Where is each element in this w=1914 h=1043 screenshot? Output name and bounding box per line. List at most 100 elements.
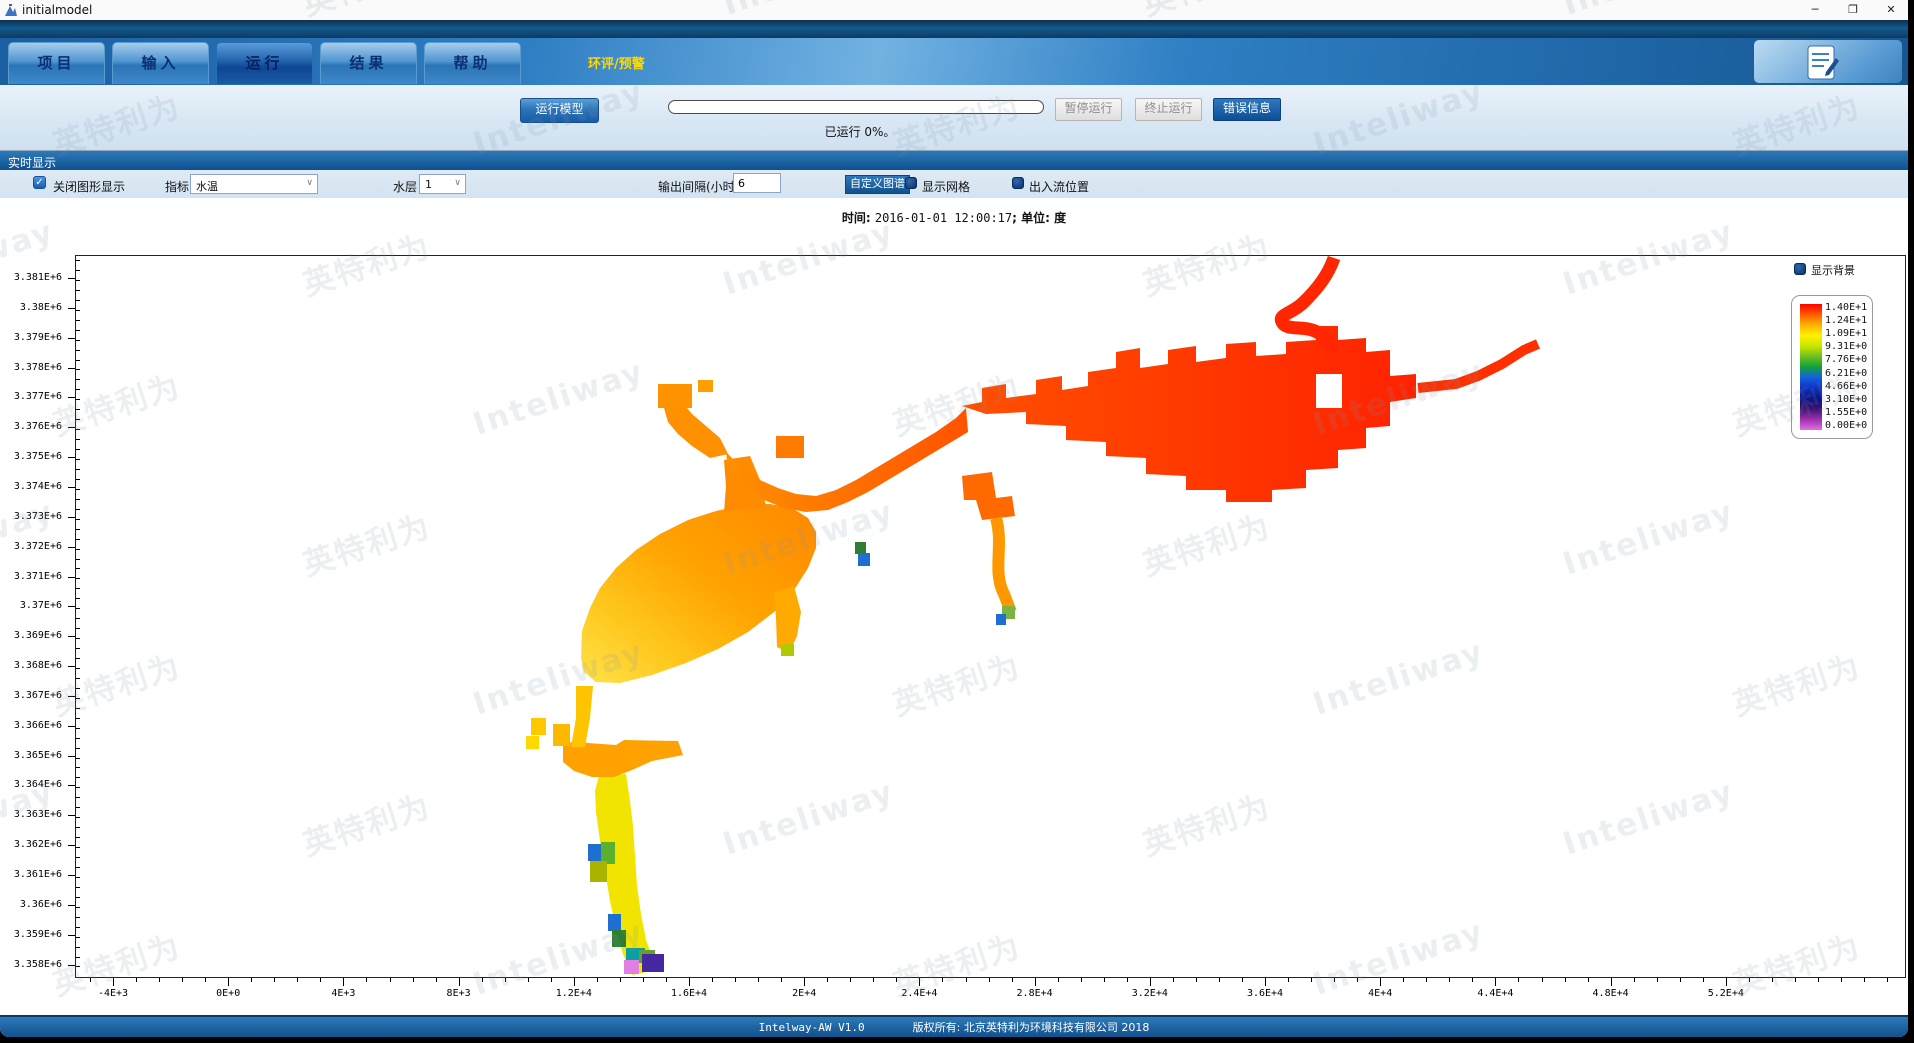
y-axis-major-tick (68, 427, 75, 428)
y-axis-minor-tick (76, 479, 80, 480)
y-axis-minor-tick (76, 628, 80, 629)
x-axis-minor-tick (274, 978, 275, 982)
x-axis-minor-tick (1288, 978, 1289, 982)
y-axis-minor-tick (76, 758, 80, 759)
indicator-select[interactable]: 水温 ∨ (190, 174, 318, 194)
x-axis-tick-label: 1.6E+4 (644, 988, 734, 999)
custom-palette-button[interactable]: 自定义图谱 (845, 175, 910, 194)
y-axis-tick-label: 3.371E+6 (0, 571, 62, 582)
x-axis-minor-tick (1380, 978, 1381, 982)
window-controls: ─ ❐ ✕ (1804, 1, 1902, 18)
x-axis-minor-tick (228, 978, 229, 982)
app-version: Intelway-AW V1.0 (759, 1021, 865, 1034)
x-axis-minor-tick (781, 978, 782, 982)
y-axis-tick-label: 3.373E+6 (0, 511, 62, 522)
y-axis-major-tick (68, 368, 75, 369)
x-axis-minor-tick (989, 978, 990, 982)
y-axis-minor-tick (76, 877, 80, 878)
plot-time-label: 时间: 2016-01-01 12:00:17; 单位: 度 (0, 209, 1908, 226)
tab-project[interactable]: 项目 (8, 42, 105, 84)
x-axis-minor-tick (528, 978, 529, 982)
layer-label: 水层 (393, 178, 417, 195)
y-axis-minor-tick (76, 489, 80, 490)
minimize-button[interactable]: ─ (1804, 1, 1826, 18)
x-axis-minor-tick (251, 978, 252, 982)
y-axis-major-tick (68, 756, 75, 757)
x-axis-minor-tick (1357, 978, 1358, 982)
y-axis-major-tick (68, 487, 75, 488)
x-axis-minor-tick (597, 978, 598, 982)
header-strip (0, 20, 1908, 38)
y-axis-minor-tick (76, 937, 80, 938)
pause-run-button[interactable]: 暂停运行 (1055, 98, 1122, 121)
x-axis-tick-label: 3.6E+4 (1220, 988, 1310, 999)
close-graph-checkbox[interactable]: ✓ (33, 176, 46, 189)
y-axis-tick-label: 3.36E+6 (0, 899, 62, 910)
x-axis-minor-tick (1703, 978, 1704, 982)
y-axis-minor-tick (76, 409, 80, 410)
legend-value: 0.00E+0 (1825, 421, 1871, 431)
screen: initialmodel ─ ❐ ✕ 项目 输入 运行 结果 帮助 环评/预警 … (0, 0, 1914, 1043)
y-axis-minor-tick (76, 748, 80, 749)
x-axis-minor-tick (1680, 978, 1681, 982)
x-axis-minor-tick (205, 978, 206, 982)
y-axis-tick-label: 3.379E+6 (0, 332, 62, 343)
y-axis-minor-tick (76, 897, 80, 898)
window-title: initialmodel (22, 3, 92, 17)
y-axis-minor-tick (76, 807, 80, 808)
run-model-button[interactable]: 运行模型 (520, 98, 599, 123)
temperature-map (76, 256, 1905, 977)
x-axis-minor-tick (1818, 978, 1819, 982)
legend-value: 1.55E+0 (1825, 408, 1871, 418)
y-axis-minor-tick (76, 559, 80, 560)
x-axis-minor-tick (966, 978, 967, 982)
notes-icon[interactable] (1806, 44, 1840, 82)
flow-location-checkbox[interactable] (1012, 177, 1024, 189)
close-button[interactable]: ✕ (1880, 1, 1902, 18)
y-axis-minor-tick (76, 549, 80, 550)
x-axis-minor-tick (919, 978, 920, 982)
x-axis-minor-tick (689, 978, 690, 982)
y-axis-minor-tick (76, 469, 80, 470)
x-axis-minor-tick (1311, 978, 1312, 982)
app-icon (4, 3, 18, 17)
layer-select[interactable]: 1 ∨ (419, 174, 466, 194)
app-window: initialmodel ─ ❐ ✕ 项目 输入 运行 结果 帮助 环评/预警 … (0, 0, 1908, 1037)
status-bar: Intelway-AW V1.0 版权所有: 北京英特利为环境科技有限公司 20… (0, 1015, 1908, 1037)
realtime-section-bar: 实时显示 (0, 150, 1908, 170)
legend-value: 6.21E+0 (1825, 369, 1871, 379)
y-axis-tick-label: 3.364E+6 (0, 779, 62, 790)
interval-input[interactable] (733, 173, 781, 193)
error-info-button[interactable]: 错误信息 (1213, 98, 1281, 121)
x-axis-minor-tick (297, 978, 298, 982)
y-axis-minor-tick (76, 499, 80, 500)
x-axis-minor-tick (1864, 978, 1865, 982)
y-axis-tick-label: 3.359E+6 (0, 929, 62, 940)
y-axis-minor-tick (76, 360, 80, 361)
maximize-button[interactable]: ❐ (1842, 1, 1864, 18)
y-axis-minor-tick (76, 449, 80, 450)
tab-help[interactable]: 帮助 (424, 42, 521, 84)
tab-result[interactable]: 结果 (320, 42, 417, 84)
legend-value: 7.76E+0 (1825, 355, 1871, 365)
y-axis-minor-tick (76, 270, 80, 271)
x-axis-minor-tick (1772, 978, 1773, 982)
y-axis-major-tick (68, 726, 75, 727)
x-axis-minor-tick (1219, 978, 1220, 982)
x-axis-minor-tick (113, 978, 114, 982)
tab-run[interactable]: 运行 (216, 42, 313, 84)
y-axis-minor-tick (76, 678, 80, 679)
x-axis-minor-tick (1841, 978, 1842, 982)
y-axis-major-tick (68, 457, 75, 458)
y-axis-major-tick (68, 845, 75, 846)
indicator-value: 水温 (196, 178, 218, 194)
y-axis-major-tick (68, 696, 75, 697)
show-background-checkbox[interactable] (1794, 263, 1806, 275)
stop-run-button[interactable]: 终止运行 (1135, 98, 1202, 121)
show-grid-checkbox[interactable] (905, 177, 917, 189)
x-axis-minor-tick (735, 978, 736, 982)
x-axis-minor-tick (413, 978, 414, 982)
y-axis-major-tick (68, 636, 75, 637)
x-axis-minor-tick (136, 978, 137, 982)
tab-input[interactable]: 输入 (112, 42, 209, 84)
